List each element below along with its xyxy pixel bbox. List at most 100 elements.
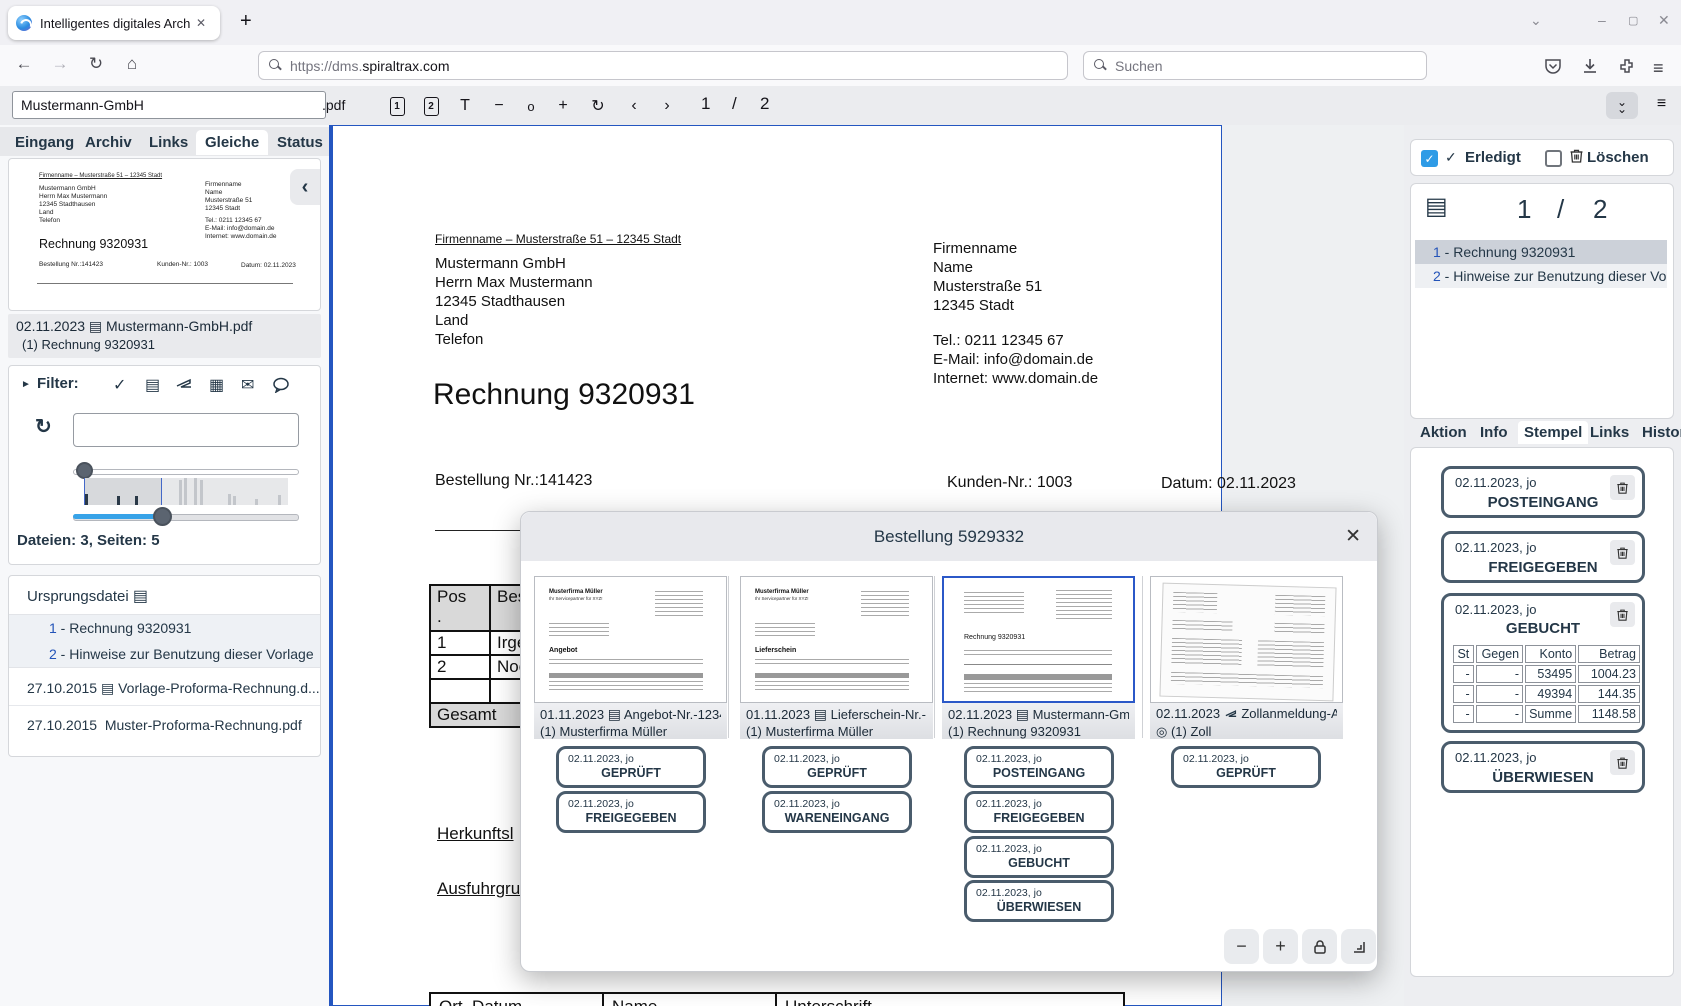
filter-mail-icon[interactable]: ✉	[241, 375, 254, 395]
window-close-icon[interactable]: ✕	[1658, 12, 1670, 29]
search-icon	[269, 59, 282, 72]
tab-close-icon[interactable]: ✕	[196, 16, 206, 30]
stamp-gebucht: 02.11.2023, jo GEBUCHT St Gegen Konto Be…	[1441, 593, 1645, 733]
thumb-divider	[964, 664, 1112, 665]
modal-caption-zollanmeldung[interactable]: 02.11.2023 Zollanmeldung-AT... ◎ (1) Zol…	[1150, 703, 1343, 739]
collapse-toolbar-icon[interactable]: ⌄⌄	[1606, 92, 1638, 119]
modal-thumb-lieferschein[interactable]: Musterfirma Müller Ihr Servicepartner fü…	[740, 576, 933, 703]
filter-comment-icon[interactable]	[272, 377, 290, 398]
slider-handle-right[interactable]	[153, 507, 172, 526]
site-favicon	[16, 15, 32, 31]
tab-aktion[interactable]: Aktion	[1414, 421, 1473, 444]
slider-handle-left[interactable]	[76, 462, 93, 479]
forward-icon[interactable]: →	[48, 54, 72, 74]
filter-refresh-icon[interactable]: ↻	[35, 414, 52, 439]
modal-caption-angebot[interactable]: 01.11.2023 ▤ Angebot-Nr.-1234.pdf (1) Mu…	[534, 703, 727, 739]
filter-panel: ► Filter: ✓ ▤ ▦ ✉ ↻	[8, 365, 321, 565]
menu-icon[interactable]: ≡	[1653, 58, 1675, 80]
extensions-icon[interactable]	[1617, 56, 1639, 78]
page-item-2[interactable]: 2 - Hinweise zur Benutzung dieser Vo...	[1415, 264, 1667, 288]
origin-file-2[interactable]: 27.10.2015 Muster-Proforma-Rechnung.pdf	[9, 709, 320, 741]
modal-zoom-out-button[interactable]: −	[1224, 929, 1259, 964]
dock-corner-icon[interactable]	[1341, 929, 1376, 964]
next-page-icon[interactable]: ›	[654, 93, 680, 119]
tab-archiv[interactable]: Archiv	[76, 130, 141, 155]
document-icon: ▤	[814, 706, 827, 722]
rotate-icon[interactable]: ↻	[585, 93, 611, 119]
modal-thumb-rechnung[interactable]: Rechnung 9320931	[942, 576, 1135, 703]
pager-total: 2	[1593, 194, 1607, 225]
tab-links[interactable]: Links	[140, 130, 197, 155]
page-item-1[interactable]: 1 - Rechnung 9320931	[1415, 240, 1667, 264]
stamp-posteingang: 02.11.2023, jo POSTEINGANG	[1441, 466, 1645, 518]
modal-thumb-angebot[interactable]: Musterfirma Müller Ihr Servicepartner fü…	[534, 576, 727, 703]
tab-historie[interactable]: Historie	[1636, 421, 1681, 444]
modal-thumb-zollanmeldung[interactable]	[1150, 576, 1343, 703]
pocket-icon[interactable]	[1543, 56, 1565, 78]
page-layout-1-icon[interactable]: 1	[384, 93, 410, 119]
doc-title: Rechnung 9320931	[433, 378, 695, 412]
document-thumbnail-card[interactable]: Firmenname – Musterstraße 51 – 12345 Sta…	[8, 158, 321, 311]
check-icon: ✓	[1445, 149, 1457, 166]
modal-close-icon[interactable]: ✕	[1345, 525, 1361, 548]
zoom-out-icon[interactable]: −	[486, 93, 512, 119]
filter-grid-icon[interactable]: ▦	[209, 375, 224, 395]
origin-page-1[interactable]: 1 - Rechnung 9320931	[9, 614, 320, 642]
filter-expand-arrow-icon[interactable]: ►	[21, 379, 31, 390]
tab-eingang[interactable]: Eingang	[6, 130, 83, 155]
back-icon[interactable]: ←	[12, 54, 36, 74]
filter-check-icon[interactable]: ✓	[113, 375, 126, 395]
window-restore-icon[interactable]: ▢	[1628, 14, 1638, 27]
zoom-in-icon[interactable]: +	[550, 93, 576, 119]
file-list-item[interactable]: 02.11.2023 ▤ Mustermann-GmbH.pdf (1) Rec…	[8, 314, 321, 358]
document-name-input[interactable]	[12, 91, 326, 119]
dms-toolbar: .pdf 1 2 T − o + ↻ ‹ › 1 / 2 ⌄⌄ ≡	[0, 86, 1681, 126]
zoom-reset-icon[interactable]: o	[518, 93, 544, 119]
delete-checkbox[interactable]	[1545, 150, 1562, 167]
doc-date: Datum: 02.11.2023	[1161, 475, 1296, 493]
tab-status[interactable]: Status	[268, 130, 332, 155]
done-checkbox[interactable]: ✓	[1421, 150, 1438, 167]
tab-list-chevron-icon[interactable]: ⌄	[1530, 12, 1542, 29]
prev-page-icon[interactable]: ‹	[621, 93, 647, 119]
downloads-icon[interactable]	[1580, 56, 1602, 78]
tab-stempel[interactable]: Stempel	[1518, 421, 1588, 444]
tab-links[interactable]: Links	[1584, 421, 1635, 444]
page-separator: /	[732, 94, 737, 114]
stamp-geprueft: 02.11.2023, joGEPRÜFT	[556, 746, 706, 788]
filter-input[interactable]	[73, 413, 299, 447]
url-bar[interactable]: https://dms.spiraltrax.com	[258, 51, 1068, 80]
thumb-filler-lines	[655, 591, 703, 619]
modal-caption-lieferschein[interactable]: 01.11.2023 ▤ Lieferschein-Nr.-12... (1) …	[740, 703, 933, 739]
modal-caption-rechnung[interactable]: 02.11.2023 ▤ Mustermann-Gmb... (1) Rechn…	[942, 703, 1135, 739]
stamp-gebucht: 02.11.2023, joGEBUCHT	[964, 836, 1114, 878]
origin-file-1[interactable]: 27.10.2015 ▤ Vorlage-Proforma-Rechnung.d…	[9, 672, 320, 706]
stamp-geprueft: 02.11.2023, joGEPRÜFT	[1171, 746, 1321, 788]
doc-company-block: Firmenname Name Musterstraße 51 12345 St…	[933, 239, 1042, 315]
search-bar[interactable]: Suchen	[1083, 51, 1427, 80]
thumb-filler-lines	[549, 681, 703, 691]
doc-customer-no: Kunden-Nr.: 1003	[947, 474, 1072, 492]
modal-zoom-in-button[interactable]: +	[1263, 929, 1298, 964]
tab-info[interactable]: Info	[1474, 421, 1514, 444]
lock-icon[interactable]	[1302, 929, 1337, 964]
stamp-wareneingang: 02.11.2023, joWARENEINGANG	[762, 791, 912, 833]
dms-menu-icon[interactable]: ≡	[1648, 91, 1674, 117]
window-minimize-icon[interactable]: –	[1598, 12, 1606, 28]
modal-header[interactable]: Bestellung 5929332 ✕	[521, 512, 1377, 561]
tab-gleiche[interactable]: Gleiche	[196, 130, 268, 155]
browser-tab[interactable]: Intelligentes digitales Arch ✕	[8, 6, 220, 40]
collapse-panel-button[interactable]: ‹	[290, 169, 320, 205]
page-layout-2-icon[interactable]: 2	[418, 93, 444, 119]
range-slider-top[interactable]	[73, 469, 299, 475]
reload-icon[interactable]: ↻	[84, 54, 108, 74]
home-icon[interactable]: ⌂	[120, 54, 144, 74]
origin-page-2[interactable]: 2 - Hinweise zur Benutzung dieser Vorlag…	[9, 641, 320, 668]
doc-origin-line: Herkunftsl	[437, 824, 514, 844]
filter-document-icon[interactable]: ▤	[145, 375, 160, 395]
filter-scanner-icon[interactable]	[175, 377, 193, 397]
text-tool-icon[interactable]: T	[452, 93, 478, 119]
new-tab-button[interactable]: +	[240, 10, 252, 33]
stamp-ueberwiesen: 02.11.2023, jo ÜBERWIESEN	[1441, 741, 1645, 793]
thumb-filler-lines	[1056, 590, 1112, 622]
